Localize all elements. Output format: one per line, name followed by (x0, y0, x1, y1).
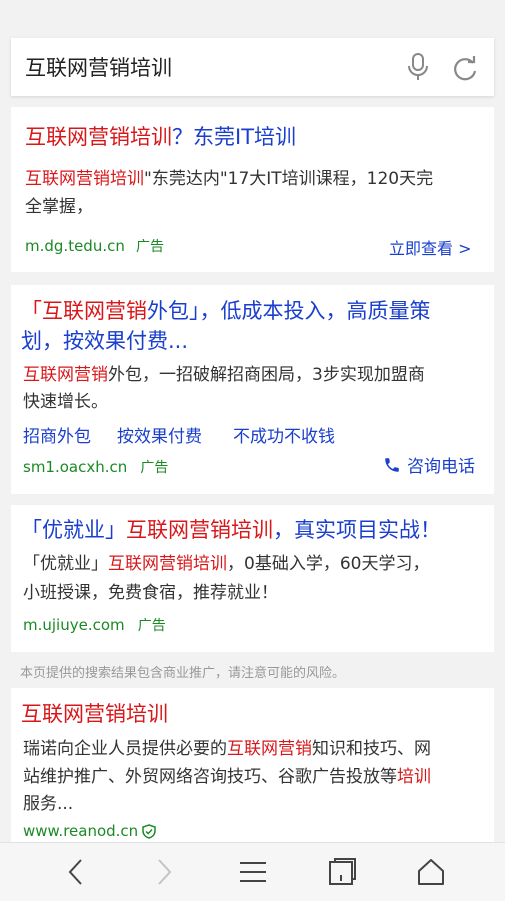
result-url: m.ujiuye.com (23, 616, 125, 634)
result-card-1[interactable]: 互联网营销培训？东莞IT培训 互联网营销培训"东莞达内"17大IT培训课程，12… (11, 107, 494, 272)
search-bar (11, 38, 494, 96)
refresh-icon[interactable] (451, 54, 479, 82)
forward-button[interactable] (113, 843, 214, 901)
sitelink-pay-by-results[interactable]: 按效果付费 (117, 422, 202, 447)
sitelink-merchant-outsourcing[interactable]: 招商外包 (23, 422, 91, 447)
result-desc-line: 全掌握， (25, 197, 93, 217)
menu-button[interactable] (202, 843, 303, 901)
phone-icon (385, 457, 399, 472)
sitelink-no-success-no-fee[interactable]: 不成功不收钱 (233, 422, 335, 447)
search-input[interactable] (25, 53, 385, 81)
forward-arrow-icon (157, 859, 171, 885)
result-meta: www.reanod.cn (23, 822, 156, 840)
result-desc-line: 服务... (23, 794, 74, 814)
result-card-2[interactable]: 「互联网营销外包」，低成本投入，高质量策 划，按效果付费... 互联网营销外包，… (11, 285, 494, 494)
consult-phone-button[interactable]: 咨询电话 (383, 452, 475, 477)
result-url: sm1.oacxh.cn (23, 458, 128, 476)
result-desc-line: 小班授课，免费食宿，推荐就业！ (23, 583, 278, 603)
result-title-line[interactable]: 划，按效果付费... (21, 325, 188, 358)
ad-badge: 广告 (140, 460, 169, 476)
consult-phone-label: 咨询电话 (407, 457, 475, 477)
back-arrow-icon (68, 859, 82, 885)
result-url: m.dg.tedu.cn (25, 237, 125, 255)
result-title-line[interactable]: 「互联网营销外包」，低成本投入，高质量策 (21, 295, 431, 328)
result-title[interactable]: 互联网营销培训 (21, 698, 168, 731)
result-url: www.reanod.cn (23, 822, 139, 840)
tabs-icon (328, 858, 356, 885)
mic-icon[interactable] (407, 53, 429, 81)
ad-badge: 广告 (137, 618, 166, 634)
result-desc-line: 快速增长。 (23, 392, 108, 412)
verified-shield-icon (142, 823, 156, 839)
view-now-link[interactable]: 立即查看 > (389, 235, 472, 259)
result-desc-line: 互联网营销培训"东莞达内"17大IT培训课程，120天完 (25, 169, 434, 189)
result-meta: m.ujiuye.com 广告 (23, 615, 166, 635)
result-meta: m.dg.tedu.cn 广告 (25, 236, 164, 256)
menu-icon (239, 862, 266, 882)
result-card-3[interactable]: 「优就业」互联网营销培训，真实项目实战！ 「优就业」互联网营销培训，0基础入学，… (11, 505, 494, 652)
result-meta: sm1.oacxh.cn 广告 (23, 457, 168, 477)
result-desc-line: 「优就业」互联网营销培训，0基础入学，60天学习， (23, 554, 430, 574)
result-card-4[interactable]: 互联网营销培训 瑞诺向企业人员提供必要的互联网营销知识和技巧、网 站维护推广、外… (11, 688, 494, 848)
result-desc-line: 互联网营销外包，一招破解招商困局，3步实现加盟商 (23, 365, 425, 385)
tabs-button[interactable] (291, 843, 392, 901)
result-title[interactable]: 「优就业」互联网营销培训，真实项目实战！ (21, 514, 441, 547)
result-title[interactable]: 互联网营销培训？东莞IT培训 (25, 121, 296, 154)
ad-badge: 广告 (135, 239, 164, 255)
bottom-navigation-bar (0, 842, 505, 901)
result-desc-line: 站维护推广、外贸网络咨询技巧、谷歌广告投放等培训 (23, 767, 431, 787)
home-icon (417, 859, 444, 885)
ad-risk-notice: 本页提供的搜索结果包含商业推广，请注意可能的风险。 (20, 666, 346, 681)
home-button[interactable] (380, 843, 481, 901)
back-button[interactable] (25, 843, 126, 901)
result-desc-line: 瑞诺向企业人员提供必要的互联网营销知识和技巧、网 (23, 739, 431, 759)
